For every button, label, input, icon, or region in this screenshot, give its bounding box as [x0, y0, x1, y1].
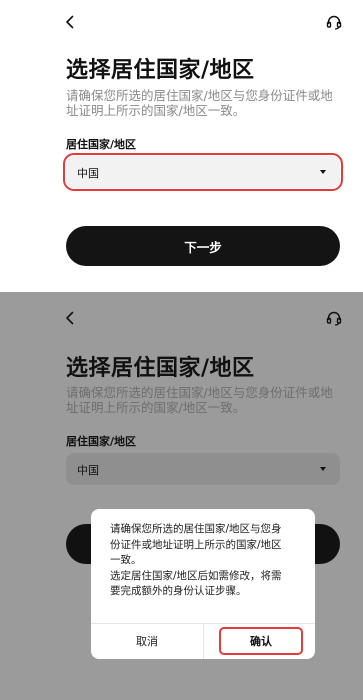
- selected-country-value: 中国: [77, 464, 99, 477]
- dropdown-caret-icon: [320, 170, 326, 174]
- confirm-dialog: 请确保您所选的居住国家/地区与您身 份证件或地址证明上所示的国家/地区 一致。 …: [91, 509, 315, 659]
- country-field-label: 居住国家/地区: [66, 435, 137, 448]
- country-selection-screen: 选择居住国家/地区 请确保您所选的居住国家/地区与您身份证件或地 址证明上所示的…: [0, 0, 363, 292]
- selected-country-value: 中国: [77, 167, 99, 180]
- description-line: 址证明上所示的国家/地区一致。: [66, 400, 246, 415]
- cancel-button[interactable]: 取消: [91, 623, 203, 659]
- headset-icon: [326, 311, 342, 326]
- page-title: 选择居住国家/地区: [66, 356, 255, 381]
- page-title: 选择居住国家/地区: [66, 58, 255, 83]
- confirmation-dialog-screen: 选择居住国家/地区 请确保您所选的居住国家/地区与您身份证件或地 址证明上所示的…: [0, 292, 363, 700]
- country-select: 中国: [66, 453, 340, 485]
- dialog-message: 请确保您所选的居住国家/地区与您身 份证件或地址证明上所示的国家/地区 一致。 …: [110, 522, 300, 600]
- chevron-left-icon[interactable]: [62, 14, 78, 30]
- description-line: 请确保您所选的居住国家/地区与您身份证件或地: [66, 88, 333, 103]
- dialog-message-line: 要完成额外的身份认证步骤。: [110, 585, 247, 597]
- description: 请确保您所选的居住国家/地区与您身份证件或地 址证明上所示的国家/地区一致。: [66, 88, 346, 118]
- dialog-message-line: 选定居住国家/地区后如需修改，将需: [110, 569, 282, 582]
- country-select[interactable]: 中国: [63, 153, 343, 191]
- description-line: 请确保您所选的居住国家/地区与您身份证件或地: [66, 385, 333, 400]
- description: 请确保您所选的居住国家/地区与您身份证件或地 址证明上所示的国家/地区一致。: [66, 385, 346, 415]
- confirm-button[interactable]: 确认: [219, 627, 303, 655]
- next-button[interactable]: 下一步: [66, 226, 340, 266]
- dialog-message-line: 份证件或地址证明上所示的国家/地区: [110, 538, 282, 551]
- chevron-left-icon: [66, 311, 74, 325]
- headset-icon[interactable]: [326, 14, 342, 30]
- dialog-button-divider: [203, 623, 204, 659]
- country-field-label: 居住国家/地区: [66, 138, 137, 151]
- dialog-message-line: 一致。: [110, 554, 142, 566]
- dropdown-caret-icon: [320, 467, 326, 471]
- dialog-message-line: 请确保您所选的居住国家/地区与您身: [110, 523, 282, 535]
- description-line: 址证明上所示的国家/地区一致。: [66, 103, 246, 118]
